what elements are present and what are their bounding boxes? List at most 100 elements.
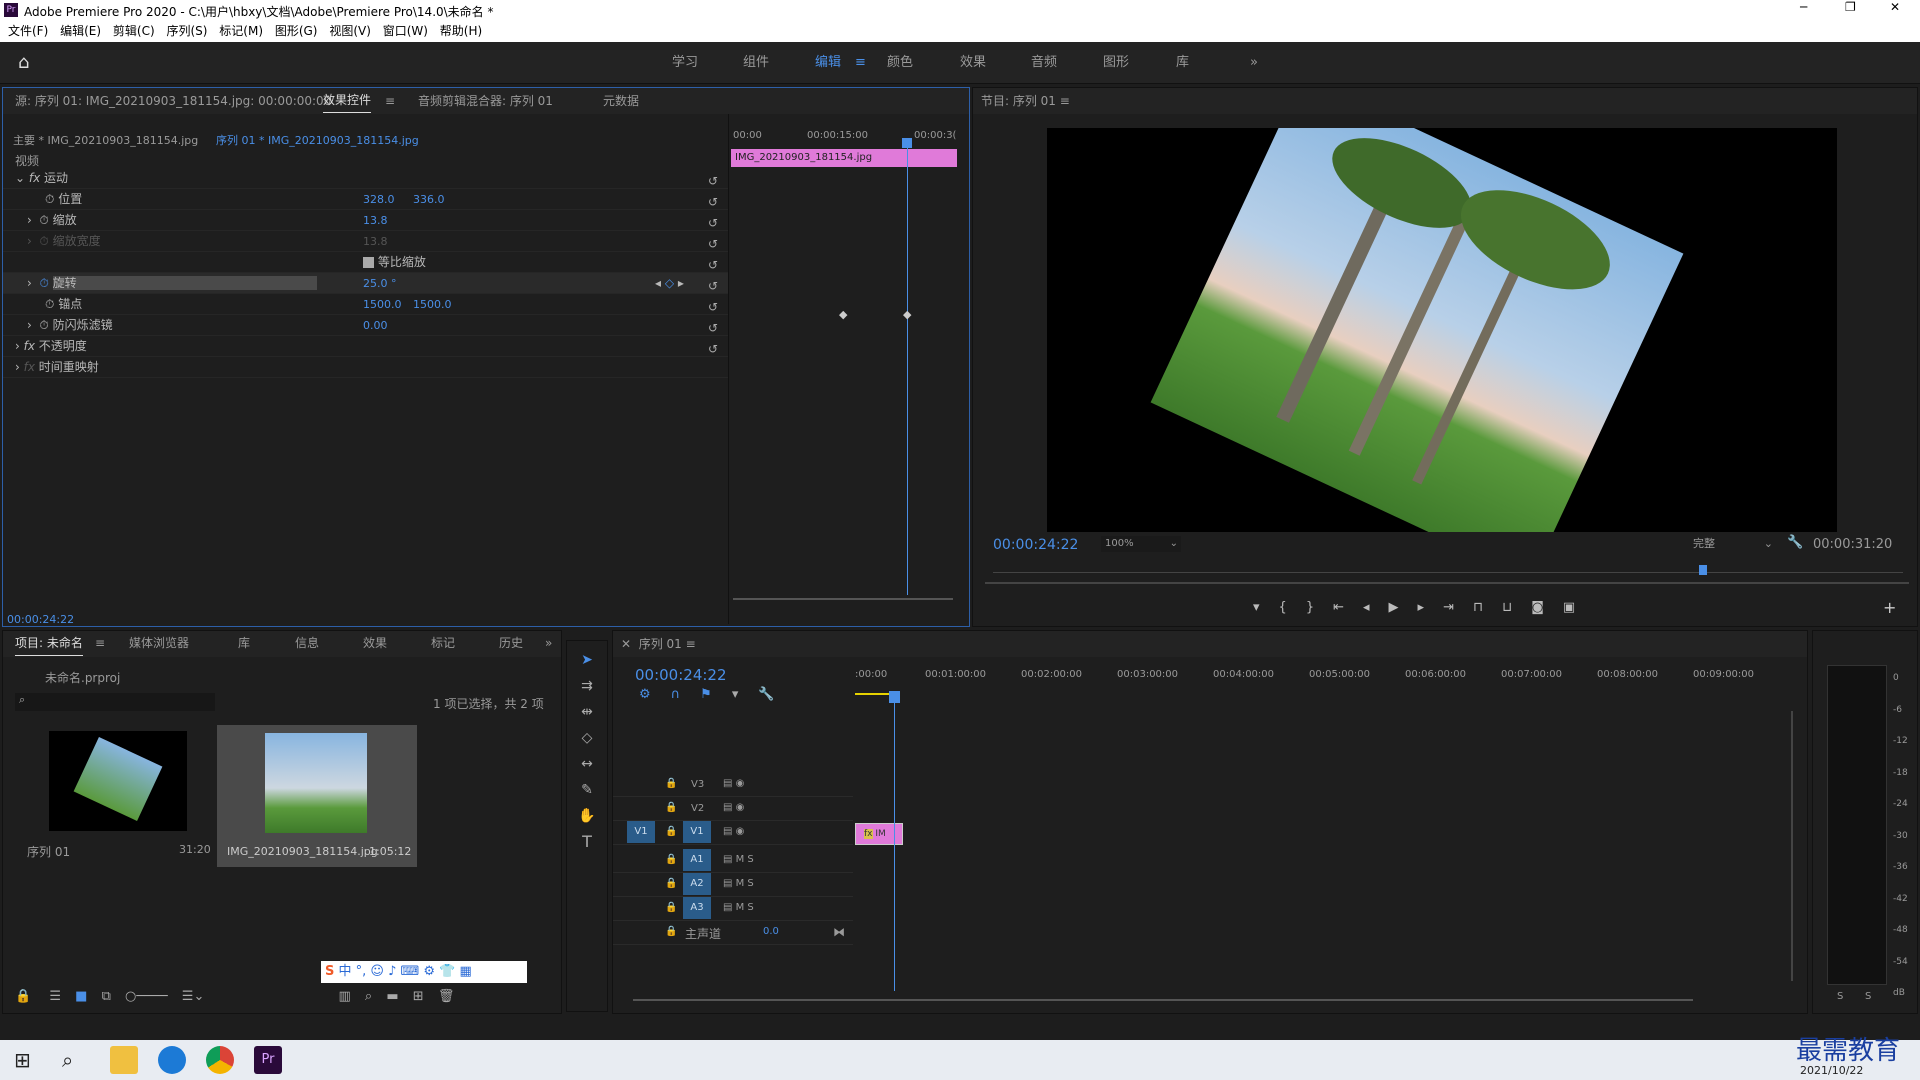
menu-window[interactable]: 窗口(W) <box>383 20 428 42</box>
ws-graphics[interactable]: 图形 <box>1103 42 1129 84</box>
premiere-icon[interactable]: Pr <box>254 1046 282 1074</box>
timeline-timecode[interactable]: 00:00:24:22 <box>635 666 727 684</box>
overflow-icon[interactable]: » <box>1250 42 1258 84</box>
ws-editing[interactable]: 编辑 <box>815 42 841 84</box>
hand-icon[interactable]: ✋ <box>576 805 598 827</box>
list-view-icon[interactable]: ☰ <box>49 989 61 1004</box>
ime-toolbar[interactable]: S 中 °, ☺ ♪ ⌨ ⚙ 👕 ▦ <box>321 961 527 983</box>
anchor-x[interactable]: 1500.0 <box>363 294 402 315</box>
program-scrubber[interactable] <box>993 563 1903 573</box>
compare-icon[interactable]: ▣ <box>1563 600 1594 615</box>
step-back-icon[interactable]: ◂ <box>1363 600 1389 615</box>
track-master[interactable]: 🔒 主声道 0.0 ⧓ <box>613 921 853 945</box>
start-icon[interactable]: ⊞ <box>14 1048 31 1072</box>
goto-out-icon[interactable]: ⇥ <box>1443 600 1473 615</box>
selection-tool-icon[interactable]: ➤ <box>576 649 598 671</box>
track-a1[interactable]: 🔒 A1 ▤ M S <box>613 849 853 873</box>
marker-icon[interactable]: ▾ <box>1253 600 1279 615</box>
solo-left-button[interactable]: S <box>1837 991 1843 1002</box>
prop-row-flicker[interactable]: › ⏱ 防闪烁滤镜 0.00 <box>3 315 728 336</box>
step-forward-icon[interactable]: ▸ <box>1418 600 1444 615</box>
menu-sequence[interactable]: 序列(S) <box>166 20 207 42</box>
nest-icon[interactable]: ⚙ <box>639 687 671 702</box>
master-clip-label[interactable]: 主要 * IMG_20210903_181154.jpg <box>13 132 198 148</box>
track-v3[interactable]: 🔒 V3 ▤ ◉ <box>613 773 853 797</box>
prop-row-remap[interactable]: › fx 时间重映射 <box>3 357 728 378</box>
prop-row-scale[interactable]: › ⏱ 缩放 13.8 <box>3 210 728 231</box>
close-button[interactable]: ✕ <box>1890 0 1900 14</box>
tab-metadata[interactable]: 元数据 <box>603 88 639 114</box>
minimize-button[interactable]: ─ <box>1800 0 1807 14</box>
tab-menu-icon[interactable]: ≡ <box>385 88 395 114</box>
slip-icon[interactable]: ↔ <box>576 753 598 775</box>
tab-markers[interactable]: 标记 <box>431 631 455 655</box>
automate-icon[interactable]: ▥ <box>338 989 350 1004</box>
type-icon[interactable]: T <box>576 831 598 853</box>
vertical-scrollbar[interactable] <box>1791 711 1793 981</box>
file-explorer-icon[interactable] <box>110 1046 138 1074</box>
extract-icon[interactable]: ⊔ <box>1502 600 1531 615</box>
anchor-y[interactable]: 1500.0 <box>413 294 452 315</box>
stopwatch-icon[interactable]: ⏱ <box>39 276 48 290</box>
find-icon[interactable]: ⌕ <box>365 989 372 1004</box>
tab-history[interactable]: 历史 <box>499 631 523 655</box>
uniform-checkbox[interactable] <box>363 257 374 268</box>
tab-audio-mixer[interactable]: 音频剪辑混合器: 序列 01 <box>418 88 553 114</box>
project-item-image[interactable]: IMG_20210903_181154.jpg 1:05:12 <box>217 725 417 867</box>
snap-icon[interactable]: ∩ <box>671 687 701 702</box>
flicker-value[interactable]: 0.00 <box>363 315 388 336</box>
zoom-select[interactable]: 100% ⌄ <box>1101 536 1181 552</box>
track-v2[interactable]: 🔒 V2 ▤ ◉ <box>613 797 853 821</box>
rotation-value[interactable]: 25.0 ° <box>363 273 397 294</box>
freeform-view-icon[interactable]: ⧉ <box>102 989 111 1004</box>
mark-out-icon[interactable]: } <box>1306 600 1333 615</box>
ripple-edit-icon[interactable]: ⇹ <box>576 701 598 723</box>
tab-libraries[interactable]: 库 <box>238 631 250 655</box>
menu-view[interactable]: 视图(V) <box>329 20 371 42</box>
position-y[interactable]: 336.0 <box>413 189 445 210</box>
icon-view-icon[interactable]: ■ <box>75 989 87 1004</box>
wrench-icon[interactable]: 🔧 <box>1787 535 1803 550</box>
tab-source[interactable]: 源: 序列 01: IMG_20210903_181154.jpg: 00:00… <box>15 88 331 114</box>
master-value[interactable]: 0.0 <box>763 926 779 937</box>
goto-in-icon[interactable]: ⇤ <box>1333 600 1363 615</box>
prop-row-rotation[interactable]: › ⏱ 旋转 25.0 ° ◂ ◇ ▸ <box>3 273 728 294</box>
add-marker-icon[interactable]: ▾ <box>732 687 759 702</box>
panel-overflow-icon[interactable]: » <box>545 631 552 655</box>
ws-assembly[interactable]: 组件 <box>743 42 769 84</box>
prop-row-anchor[interactable]: ⏱ 锚点 1500.0 1500.0 <box>3 294 728 315</box>
zoom-slider[interactable]: ○──── <box>125 989 168 1004</box>
ec-scrollbar[interactable] <box>733 598 953 600</box>
edge-icon[interactable] <box>158 1046 186 1074</box>
prop-row-motion[interactable]: ⌄ fx 运动 <box>3 168 728 189</box>
menu-file[interactable]: 文件(F) <box>8 20 48 42</box>
play-icon[interactable]: ▶ <box>1389 600 1418 615</box>
tab-effect-controls[interactable]: 效果控件 <box>323 88 372 113</box>
tab-info[interactable]: 信息 <box>295 631 319 655</box>
keyframe-nav[interactable]: ◂ ◇ ▸ <box>655 273 684 294</box>
tab-media-browser[interactable]: 媒体浏览器 <box>129 631 189 655</box>
menu-help[interactable]: 帮助(H) <box>440 20 482 42</box>
program-zoombar[interactable] <box>985 582 1909 584</box>
tab-project[interactable]: 项目: 未命名 <box>15 631 83 656</box>
pen-icon[interactable]: ✎ <box>576 779 598 801</box>
prop-row-opacity[interactable]: › fx 不透明度 <box>3 336 728 357</box>
track-a2[interactable]: 🔒 A2 ▤ M S <box>613 873 853 897</box>
linked-icon[interactable]: ⚑ <box>700 687 732 702</box>
ws-audio[interactable]: 音频 <box>1031 42 1057 84</box>
home-icon[interactable]: ⌂ <box>18 52 29 73</box>
timeline-scrollbar[interactable] <box>633 999 1693 1001</box>
project-search-input[interactable]: ⌕ <box>15 693 215 711</box>
menu-graphics[interactable]: 图形(G) <box>275 20 318 42</box>
razor-icon[interactable]: ◇ <box>576 727 598 749</box>
project-item-sequence[interactable]: 序列 01 31:20 <box>15 725 215 865</box>
ws-learning[interactable]: 学习 <box>672 42 698 84</box>
maximize-button[interactable]: ❐ <box>1845 0 1856 14</box>
add-button-icon[interactable]: + <box>1883 598 1896 617</box>
timeline-clip[interactable]: fx IM <box>855 823 903 845</box>
timeline-ruler[interactable]: :00:00 00:01:00:00 00:02:00:00 00:03:00:… <box>855 669 1795 695</box>
position-x[interactable]: 328.0 <box>363 189 395 210</box>
trash-icon[interactable]: 🗑 <box>438 989 455 1004</box>
prop-row-position[interactable]: ⏱ 位置 328.0 336.0 <box>3 189 728 210</box>
quality-select[interactable]: 完整 ⌄ <box>1693 536 1773 552</box>
